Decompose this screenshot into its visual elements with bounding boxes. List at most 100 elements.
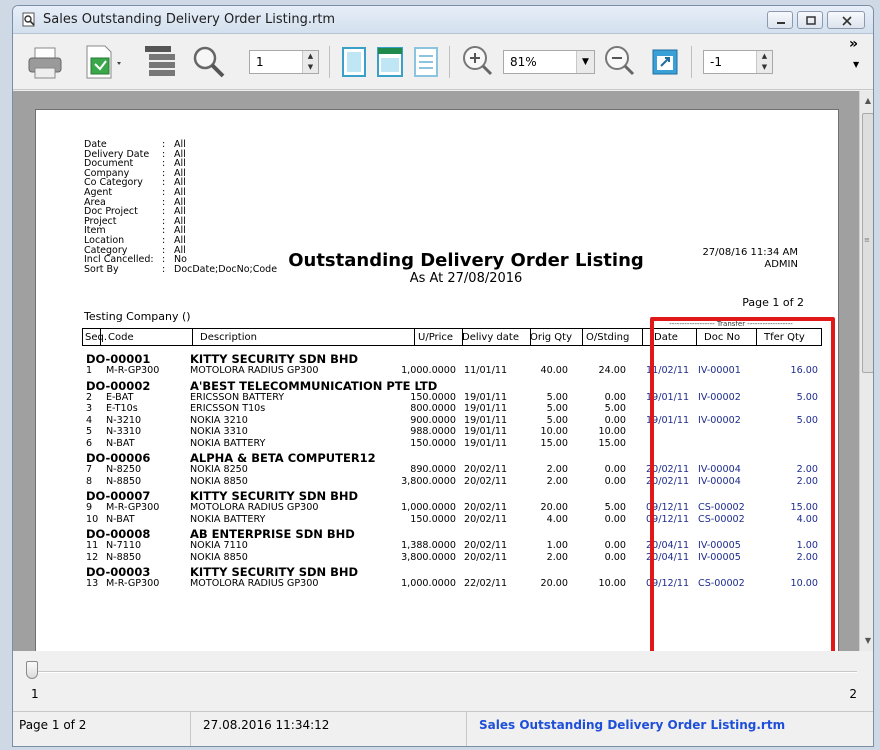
chevron-down-icon[interactable]: ▼	[576, 51, 594, 73]
export-icon[interactable]	[81, 42, 125, 82]
cell-tdoc: IV-00004	[698, 475, 741, 487]
scroll-up-icon[interactable]: ▲	[860, 93, 873, 109]
cell-ddate: 20/02/11	[464, 464, 508, 475]
col-seq: Seq.	[85, 332, 108, 343]
group-doc-no: DO-00002	[86, 378, 151, 393]
toolbar-overflow-button[interactable]: »	[849, 36, 858, 52]
report-title: Outstanding Delivery Order Listing	[288, 250, 644, 271]
spin-up-icon[interactable]: ▲	[303, 51, 318, 62]
cell-tqty: 4.00	[796, 513, 818, 525]
cell-code: M-R-GP300	[106, 502, 160, 513]
chevron-down-icon[interactable]: ▼	[853, 60, 859, 69]
col-description: Description	[200, 332, 257, 343]
offset-spinner[interactable]: -1 ▲ ▼	[703, 50, 773, 74]
cell-out: 15.00	[598, 437, 626, 449]
cell-ddate: 11/01/11	[464, 365, 508, 376]
cell-ddate: 22/02/11	[464, 578, 508, 589]
page-number-value[interactable]: 1	[250, 55, 302, 69]
page-number-spinner[interactable]: 1 ▲ ▼	[249, 50, 319, 74]
scroll-down-icon[interactable]: ▼	[860, 633, 873, 649]
cell-desc: NOKIA 7110	[190, 540, 248, 551]
window-title: Sales Outstanding Delivery Order Listing…	[43, 12, 336, 27]
status-page: Page 1 of 2	[13, 712, 191, 746]
status-filename: Sales Outstanding Delivery Order Listing…	[479, 718, 786, 732]
cell-seq: 9	[86, 502, 93, 513]
cell-tdate: 09/12/11	[646, 513, 690, 525]
zoom-out-icon[interactable]	[601, 42, 637, 82]
page-slider[interactable]: 1 2	[13, 651, 873, 711]
table-row: 8 N-8850 NOKIA 8850 3,800.0000 20/02/11 2.00 0…	[82, 476, 822, 488]
table-row: 7 N-8250 NOKIA 8250 890.0000 20/02/11 2.00 0.0…	[82, 464, 822, 476]
group-doc-no: DO-00001	[86, 352, 151, 366]
cell-tdate: 11/02/11	[646, 365, 690, 376]
slider-thumb[interactable]	[26, 661, 38, 679]
cell-tdate: 20/02/11	[646, 475, 690, 487]
slider-track[interactable]	[31, 671, 857, 673]
cell-seq: 2	[86, 391, 93, 403]
cell-out: 0.00	[604, 475, 626, 487]
group-doc-no: DO-00006	[86, 451, 151, 465]
page-setup-icon[interactable]	[139, 42, 179, 82]
toolbar-separator	[691, 46, 692, 78]
cell-price: 1,000.0000	[401, 365, 456, 376]
col-code: Code	[108, 332, 134, 343]
parameter-row: Sort By: DocDate;DocNo;Code	[84, 265, 277, 275]
spin-down-icon[interactable]: ▼	[303, 62, 318, 73]
cell-ddate: 19/01/11	[464, 426, 508, 437]
maximize-button[interactable]	[797, 10, 823, 29]
cell-desc: ERICSSON BATTERY	[190, 391, 285, 403]
cell-orig: 20.00	[540, 578, 568, 589]
cell-out: 10.00	[598, 426, 626, 437]
report-user: ADMIN	[764, 259, 798, 270]
cell-price: 3,800.0000	[401, 551, 456, 563]
table-row: 2 E-BAT ERICSSON BATTERY 150.0000 19/01/11 5.…	[82, 392, 822, 404]
cell-code: N-8850	[106, 475, 142, 487]
hundred-percent-icon[interactable]	[411, 46, 441, 78]
offset-value[interactable]: -1	[704, 55, 756, 69]
zoom-value[interactable]: 81%	[504, 55, 576, 69]
cell-ddate: 19/01/11	[464, 414, 508, 426]
cell-tdate: 20/02/11	[646, 464, 690, 475]
table-row: 5 N-3310 NOKIA 3310 988.0000 19/01/11 10.00 10…	[82, 426, 822, 438]
col-uprice: U/Price	[418, 332, 454, 343]
cell-price: 800.0000	[410, 403, 456, 414]
search-icon[interactable]	[189, 42, 229, 82]
report-subtitle: As At 27/08/2016	[409, 271, 523, 286]
page-width-icon[interactable]	[375, 46, 405, 78]
report-page: Date: All Delivery Date: All Document: All Com…	[35, 109, 839, 651]
group-header: DO-00003 KITTY SECURITY SDN BHD	[82, 565, 822, 579]
cell-seq: 7	[86, 464, 93, 475]
cell-out: 0.00	[604, 391, 626, 403]
group-header: DO-00001 KITTY SECURITY SDN BHD	[82, 352, 822, 366]
cell-tqty: 5.00	[796, 391, 818, 403]
vertical-scrollbar[interactable]: ▲ ≡ ▼	[859, 91, 873, 651]
cell-tqty: 15.00	[790, 502, 818, 513]
col-transfer-date: Date	[654, 332, 678, 343]
transfer-label: ------------------ Transfer ------------…	[669, 320, 793, 328]
cell-orig: 5.00	[546, 403, 568, 414]
cell-desc: NOKIA 3210	[190, 414, 248, 426]
report-viewport[interactable]: Date: All Delivery Date: All Document: All Com…	[13, 91, 859, 651]
fit-window-icon[interactable]	[651, 48, 679, 76]
cell-desc: MOTOLORA RADIUS GP300	[190, 365, 319, 376]
cell-seq: 4	[86, 414, 93, 426]
print-icon[interactable]	[25, 42, 65, 82]
title-bar: Sales Outstanding Delivery Order Listing…	[13, 6, 873, 34]
cell-ddate: 19/01/11	[464, 403, 508, 414]
zoom-select[interactable]: 81% ▼	[503, 50, 595, 74]
spin-up-icon[interactable]: ▲	[757, 51, 772, 62]
cell-tdoc: IV-00004	[698, 464, 741, 475]
group-customer: KITTY SECURITY SDN BHD	[190, 489, 359, 503]
close-button[interactable]	[827, 10, 865, 29]
cell-tdate: 20/04/11	[646, 551, 690, 563]
cell-tqty: 2.00	[796, 464, 818, 475]
minimize-button[interactable]	[767, 10, 793, 29]
whole-page-icon[interactable]	[339, 46, 369, 78]
cell-code: N-BAT	[106, 437, 135, 449]
zoom-in-icon[interactable]	[459, 42, 495, 82]
group-customer: KITTY SECURITY SDN BHD	[190, 565, 359, 579]
toolbar-separator	[449, 46, 450, 78]
cell-seq: 11	[86, 540, 99, 551]
cell-ddate: 20/02/11	[464, 540, 508, 551]
spin-down-icon[interactable]: ▼	[757, 62, 772, 73]
